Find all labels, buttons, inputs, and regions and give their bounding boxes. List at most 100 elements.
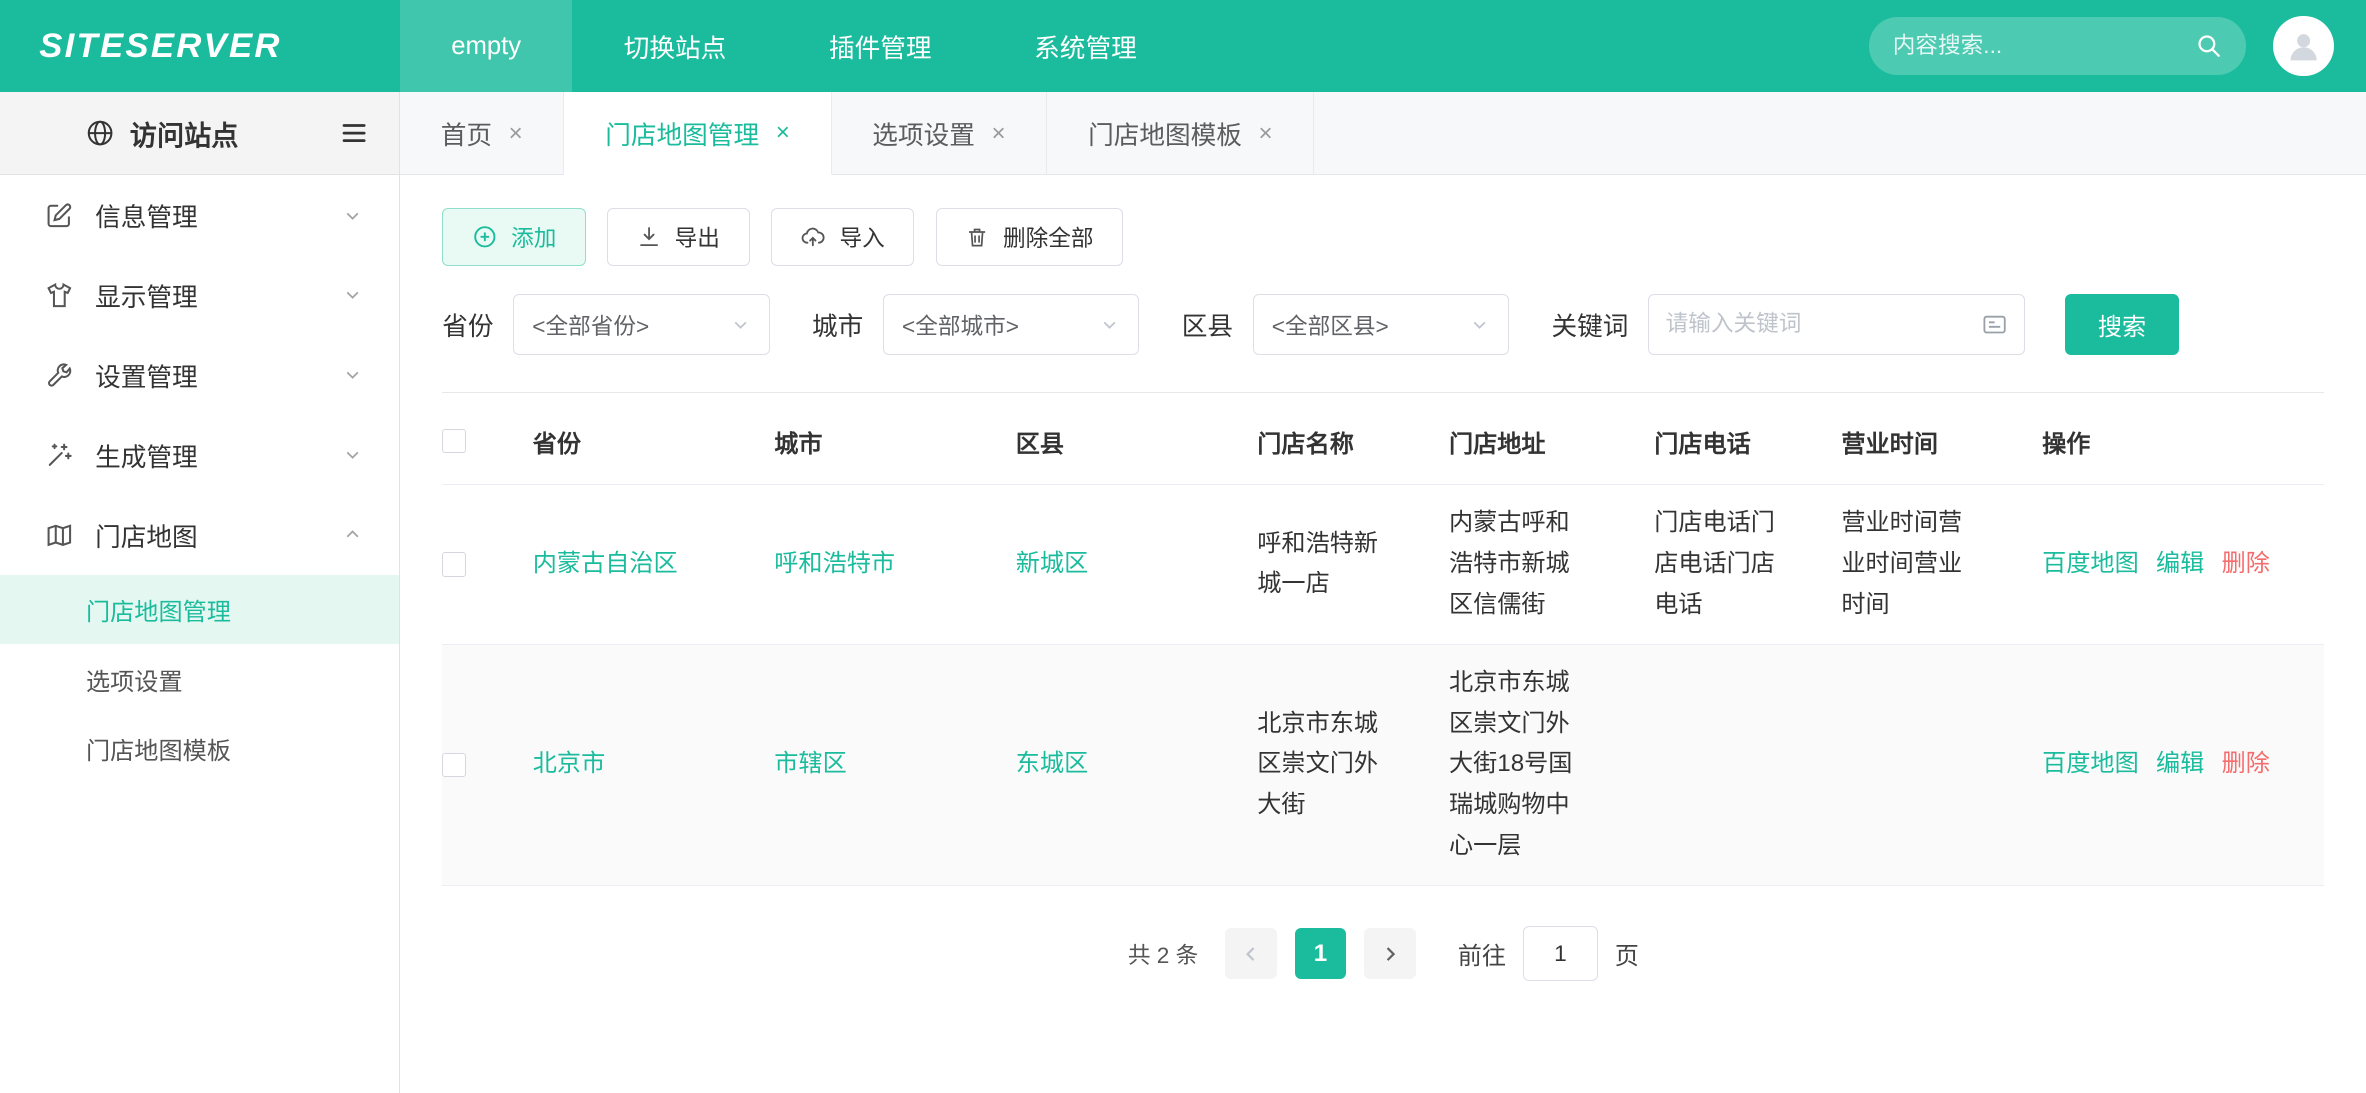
avatar[interactable] xyxy=(2273,16,2333,76)
delete-link[interactable]: 删除 xyxy=(2222,750,2270,777)
city-link[interactable]: 呼和浩特市 xyxy=(774,550,895,577)
store-phone-cell xyxy=(1654,644,1841,885)
sidebar-item-store-map[interactable]: 门店地图 xyxy=(0,495,399,575)
province-link[interactable]: 北京市 xyxy=(533,750,605,777)
close-icon[interactable]: × xyxy=(991,120,1005,148)
topnav-item-switch-site[interactable]: 切换站点 xyxy=(572,0,777,92)
province-link[interactable]: 内蒙古自治区 xyxy=(533,550,678,577)
sidebar-subitem-label: 门店地图管理 xyxy=(86,592,231,627)
app-logo: SITESERVER xyxy=(0,27,400,66)
district-link[interactable]: 东城区 xyxy=(1016,750,1088,777)
cloud-upload-icon xyxy=(800,224,826,250)
tab-store-map-manage[interactable]: 门店地图管理 × xyxy=(564,92,831,175)
collapse-menu-icon[interactable] xyxy=(339,118,369,148)
import-button[interactable]: 导入 xyxy=(771,208,915,265)
delete-all-button[interactable]: 删除全部 xyxy=(936,208,1124,265)
goto-page-input[interactable] xyxy=(1523,926,1598,980)
magic-wand-icon xyxy=(45,441,74,470)
close-icon[interactable]: × xyxy=(509,120,523,148)
edit-link[interactable]: 编辑 xyxy=(2156,750,2204,777)
select-all-checkbox[interactable] xyxy=(442,429,466,453)
page-unit-label: 页 xyxy=(1615,936,1639,971)
sidebar-item-label: 信息管理 xyxy=(95,197,198,234)
topbar: SITESERVER empty 切换站点 插件管理 系统管理 xyxy=(0,0,2366,92)
store-phone-cell: 门店电话门店电话门店电话 xyxy=(1654,485,1841,644)
divider xyxy=(442,392,2324,393)
chevron-left-icon xyxy=(1239,942,1263,966)
chevron-down-icon xyxy=(730,314,751,335)
current-page-button[interactable]: 1 xyxy=(1295,928,1346,979)
content-search-input[interactable] xyxy=(1893,33,2195,59)
tab-home[interactable]: 首页 × xyxy=(400,92,565,175)
sidebar-item-settings-manage[interactable]: 设置管理 xyxy=(0,335,399,415)
sidebar-subitem-label: 选项设置 xyxy=(86,662,183,697)
sidebar-subitem-store-map-manage[interactable]: 门店地图管理 xyxy=(0,575,399,644)
topbar-right xyxy=(1869,16,2366,76)
sidebar-subitem-option-settings[interactable]: 选项设置 xyxy=(0,644,399,713)
column-header-business-hours: 营业时间 xyxy=(1841,398,2042,485)
wrench-icon xyxy=(45,361,74,390)
tab-label: 门店地图模板 xyxy=(1088,115,1242,152)
tab-label: 选项设置 xyxy=(872,115,975,152)
tab-label: 首页 xyxy=(441,115,492,152)
search-icon[interactable] xyxy=(2195,32,2222,59)
tab-option-settings[interactable]: 选项设置 × xyxy=(832,92,1048,175)
next-page-button[interactable] xyxy=(1364,928,1415,979)
id-card-icon xyxy=(1981,311,2008,338)
topnav-item-system-manage[interactable]: 系统管理 xyxy=(983,0,1188,92)
business-hours-cell xyxy=(1841,644,2042,885)
sidebar-item-label: 显示管理 xyxy=(95,277,198,314)
sidebar-item-display-manage[interactable]: 显示管理 xyxy=(0,255,399,335)
add-button[interactable]: 添加 xyxy=(442,208,586,265)
district-select-value: <全部区县> xyxy=(1272,308,1389,341)
sidebar-subitem-store-map-template[interactable]: 门店地图模板 xyxy=(0,714,399,783)
user-icon xyxy=(2284,26,2323,65)
operations-cell: 百度地图 编辑 删除 xyxy=(2042,485,2324,644)
province-select[interactable]: <全部省份> xyxy=(513,294,770,354)
column-header-city: 城市 xyxy=(774,398,1016,485)
operations-cell: 百度地图 编辑 删除 xyxy=(2042,644,2324,885)
export-button[interactable]: 导出 xyxy=(607,208,749,265)
chevron-down-icon xyxy=(1099,314,1120,335)
search-button[interactable]: 搜索 xyxy=(2065,294,2180,354)
sidebar-item-generate-manage[interactable]: 生成管理 xyxy=(0,415,399,495)
add-button-label: 添加 xyxy=(511,220,556,253)
close-icon[interactable]: × xyxy=(1259,120,1273,148)
goto-page: 前往 页 xyxy=(1458,926,1639,980)
toolbar: 添加 导出 导入 删除全部 xyxy=(442,208,2324,265)
chevron-right-icon xyxy=(1378,942,1402,966)
store-address-cell: 北京市东城区崇文门外大街18号国瑞城购物中心一层 xyxy=(1449,644,1654,885)
delete-link[interactable]: 删除 xyxy=(2222,550,2270,577)
edit-icon xyxy=(45,201,74,230)
city-link[interactable]: 市辖区 xyxy=(774,750,846,777)
column-header-district: 区县 xyxy=(1016,398,1258,485)
sidebar-item-info-manage[interactable]: 信息管理 xyxy=(0,175,399,255)
column-header-store-name: 门店名称 xyxy=(1257,398,1449,485)
prev-page-button[interactable] xyxy=(1225,928,1276,979)
topnav-item-empty[interactable]: empty xyxy=(400,0,572,92)
baidu-map-link[interactable]: 百度地图 xyxy=(2042,550,2139,577)
city-select[interactable]: <全部城市> xyxy=(883,294,1140,354)
content-search xyxy=(1869,17,2246,74)
chevron-down-icon xyxy=(342,284,363,305)
baidu-map-link[interactable]: 百度地图 xyxy=(2042,750,2139,777)
visit-site-link[interactable]: 访问站点 xyxy=(130,113,239,153)
topnav-item-plugin-manage[interactable]: 插件管理 xyxy=(778,0,983,92)
business-hours-cell: 营业时间营业时间营业时间 xyxy=(1841,485,2042,644)
row-checkbox[interactable] xyxy=(442,552,466,576)
district-link[interactable]: 新城区 xyxy=(1016,550,1088,577)
tab-store-map-template[interactable]: 门店地图模板 × xyxy=(1047,92,1314,175)
sidebar-item-label: 设置管理 xyxy=(95,357,198,394)
edit-link[interactable]: 编辑 xyxy=(2156,550,2204,577)
tab-label: 门店地图管理 xyxy=(605,115,759,152)
province-select-value: <全部省份> xyxy=(532,308,649,341)
column-header-store-phone: 门店电话 xyxy=(1654,398,1841,485)
store-table: 省份 城市 区县 门店名称 门店地址 门店电话 营业时间 操作 内蒙古自治区 呼… xyxy=(442,398,2324,886)
map-icon xyxy=(45,521,74,550)
keyword-input[interactable] xyxy=(1666,311,1981,337)
district-label: 区县 xyxy=(1182,306,1233,343)
top-nav: empty 切换站点 插件管理 系统管理 xyxy=(400,0,1188,92)
district-select[interactable]: <全部区县> xyxy=(1253,294,1510,354)
close-icon[interactable]: × xyxy=(776,119,790,147)
row-checkbox[interactable] xyxy=(442,753,466,777)
